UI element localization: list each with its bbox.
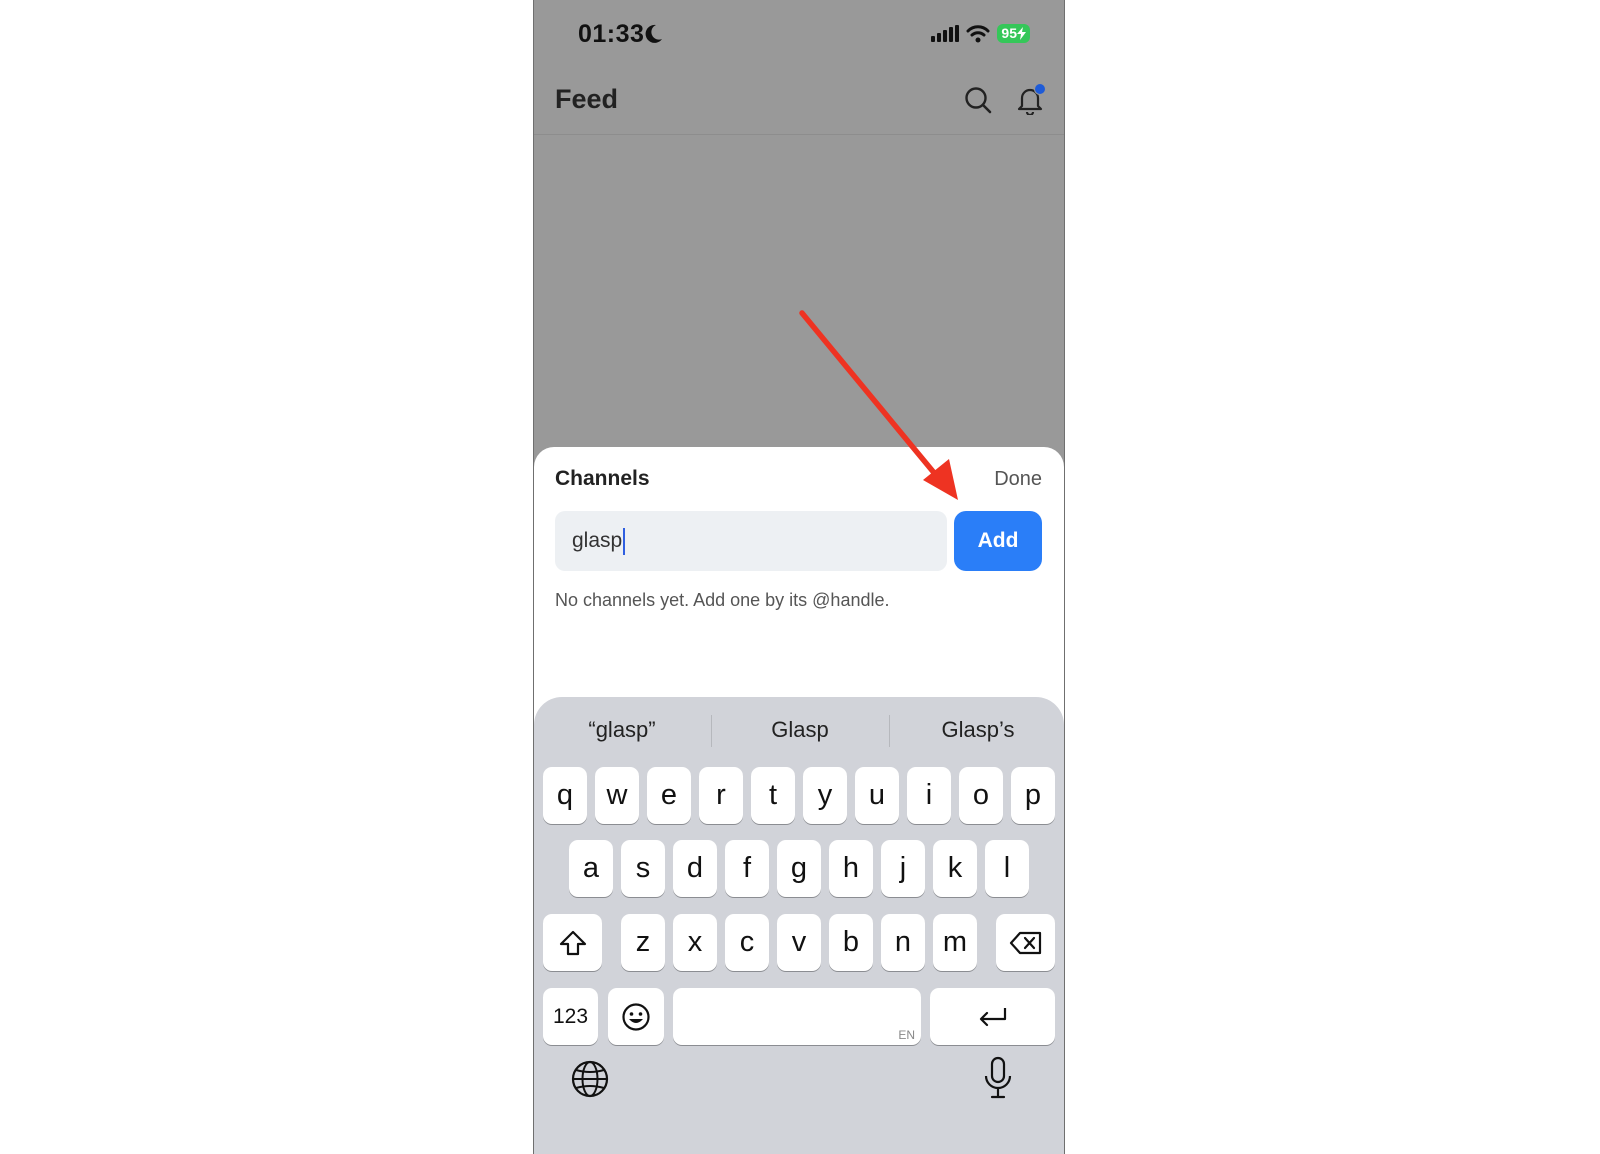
- notification-dot: [1034, 83, 1046, 95]
- shift-icon: [559, 930, 586, 955]
- key-q[interactable]: q: [543, 767, 587, 824]
- globe-button[interactable]: [570, 1059, 610, 1104]
- feed-header: Feed: [534, 70, 1064, 135]
- key-l[interactable]: l: [985, 840, 1029, 897]
- status-bar: 01:33 95: [534, 0, 1064, 70]
- cellular-signal-icon: [931, 24, 960, 42]
- emoji-icon: [622, 1002, 650, 1031]
- key-f[interactable]: f: [725, 840, 769, 897]
- charging-bolt-icon: [1017, 27, 1026, 40]
- key-p[interactable]: p: [1011, 767, 1055, 824]
- key-w[interactable]: w: [595, 767, 639, 824]
- key-y[interactable]: y: [803, 767, 847, 824]
- search-icon: [965, 87, 992, 114]
- key-u[interactable]: u: [855, 767, 899, 824]
- add-button[interactable]: Add: [954, 511, 1042, 571]
- key-j[interactable]: j: [881, 840, 925, 897]
- space-key[interactable]: EN: [673, 988, 921, 1045]
- key-m[interactable]: m: [933, 914, 977, 971]
- status-icons: 95: [931, 24, 1030, 43]
- key-a[interactable]: a: [569, 840, 613, 897]
- empty-state-message: No channels yet. Add one by its @handle.: [555, 590, 890, 610]
- wifi-icon: [966, 24, 990, 42]
- battery-indicator: 95: [997, 24, 1030, 43]
- notifications-button[interactable]: [1012, 82, 1048, 118]
- channel-handle-input[interactable]: glasp: [555, 511, 947, 571]
- search-button[interactable]: [960, 82, 996, 118]
- key-z[interactable]: z: [621, 914, 665, 971]
- phone-screen: 01:33 95 Feed Channels Done glasp Add No…: [533, 0, 1065, 1154]
- key-c[interactable]: c: [725, 914, 769, 971]
- battery-level: 95: [1001, 25, 1017, 41]
- return-icon: [979, 1007, 1006, 1026]
- moon-icon: [645, 24, 662, 43]
- globe-icon: [571, 1060, 609, 1098]
- channel-input-value: glasp: [572, 529, 623, 552]
- on-screen-keyboard: “glasp” Glasp Glasp’s q w e r t y u i o …: [534, 697, 1064, 1154]
- sheet-title: Channels: [555, 467, 650, 490]
- done-button[interactable]: Done: [994, 468, 1042, 491]
- key-k[interactable]: k: [933, 840, 977, 897]
- key-d[interactable]: d: [673, 840, 717, 897]
- key-i[interactable]: i: [907, 767, 951, 824]
- shift-key[interactable]: [543, 914, 602, 971]
- dictation-button[interactable]: [981, 1055, 1015, 1106]
- key-h[interactable]: h: [829, 840, 873, 897]
- backspace-icon: [1009, 931, 1041, 954]
- suggestion-item[interactable]: Glasp’s: [890, 717, 1064, 743]
- text-caret: [623, 527, 626, 555]
- key-v[interactable]: v: [777, 914, 821, 971]
- suggestion-item[interactable]: Glasp: [712, 717, 888, 743]
- suggestion-item[interactable]: “glasp”: [534, 717, 710, 743]
- backspace-key[interactable]: [996, 914, 1055, 971]
- key-b[interactable]: b: [829, 914, 873, 971]
- key-e[interactable]: e: [647, 767, 691, 824]
- key-x[interactable]: x: [673, 914, 717, 971]
- suggestion-bar: “glasp” Glasp Glasp’s: [534, 697, 1064, 767]
- key-o[interactable]: o: [959, 767, 1003, 824]
- numbers-key[interactable]: 123: [543, 988, 598, 1045]
- microphone-icon: [984, 1056, 1012, 1099]
- return-key[interactable]: [930, 988, 1055, 1045]
- status-time: 01:33: [578, 20, 645, 48]
- key-r[interactable]: r: [699, 767, 743, 824]
- emoji-key[interactable]: [608, 988, 664, 1045]
- key-s[interactable]: s: [621, 840, 665, 897]
- key-t[interactable]: t: [751, 767, 795, 824]
- key-g[interactable]: g: [777, 840, 821, 897]
- space-language-label: EN: [898, 1028, 915, 1042]
- page-title: Feed: [555, 84, 619, 114]
- key-n[interactable]: n: [881, 914, 925, 971]
